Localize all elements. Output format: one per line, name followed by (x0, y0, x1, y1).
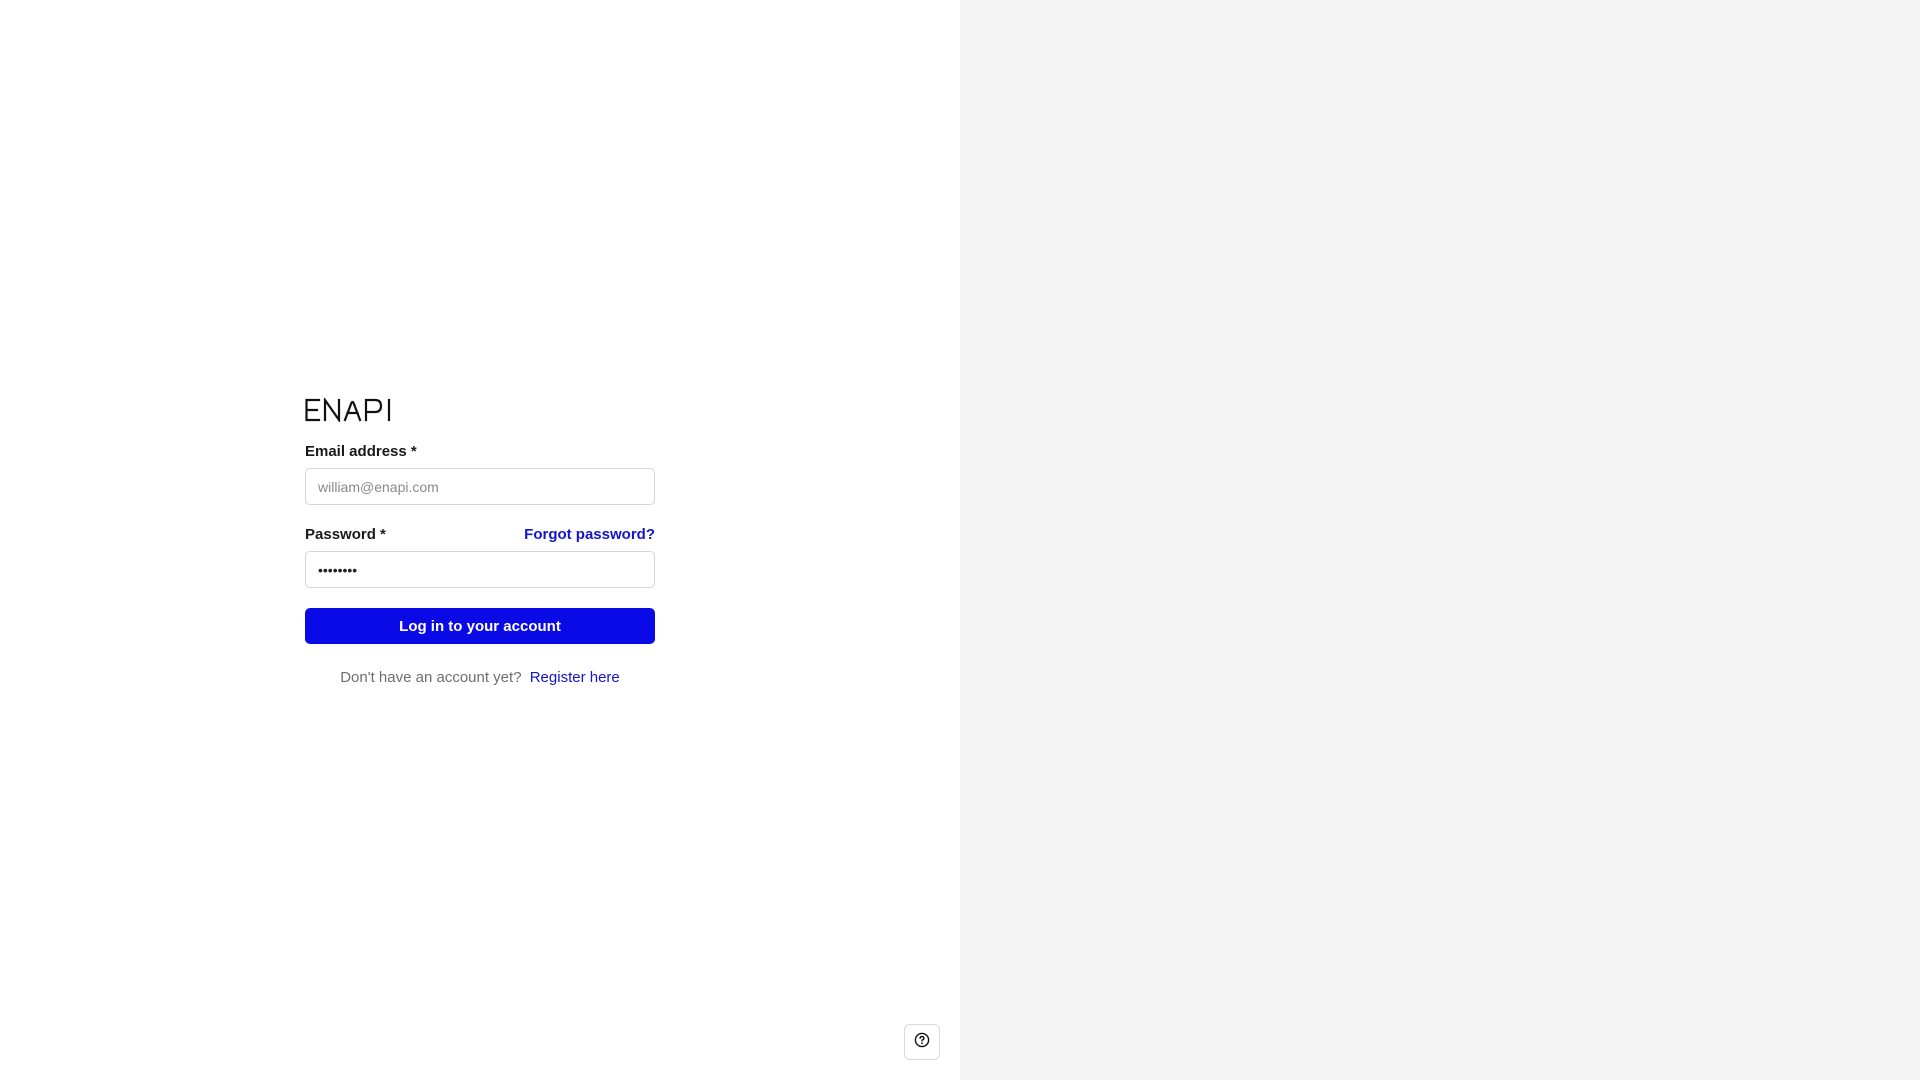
email-label-row: Email address * (305, 442, 655, 460)
email-group: Email address * (305, 442, 655, 505)
email-field[interactable] (305, 468, 655, 505)
help-button[interactable] (904, 1024, 940, 1060)
password-group: Password * Forgot password? (305, 525, 655, 588)
register-row: Don't have an account yet? Register here (305, 669, 655, 686)
login-form: Email address * Password * Forgot passwo… (305, 398, 655, 686)
left-panel: Email address * Password * Forgot passwo… (0, 0, 960, 1080)
password-field[interactable] (305, 551, 655, 588)
password-label: Password * (305, 525, 386, 543)
enapi-logo (305, 398, 655, 422)
right-panel (960, 0, 1920, 1080)
email-label: Email address * (305, 442, 417, 460)
question-circle-icon (914, 1032, 930, 1053)
password-label-row: Password * Forgot password? (305, 525, 655, 543)
register-link[interactable]: Register here (530, 669, 620, 686)
forgot-password-link[interactable]: Forgot password? (524, 526, 655, 543)
login-button[interactable]: Log in to your account (305, 608, 655, 644)
register-prompt: Don't have an account yet? (340, 669, 522, 686)
